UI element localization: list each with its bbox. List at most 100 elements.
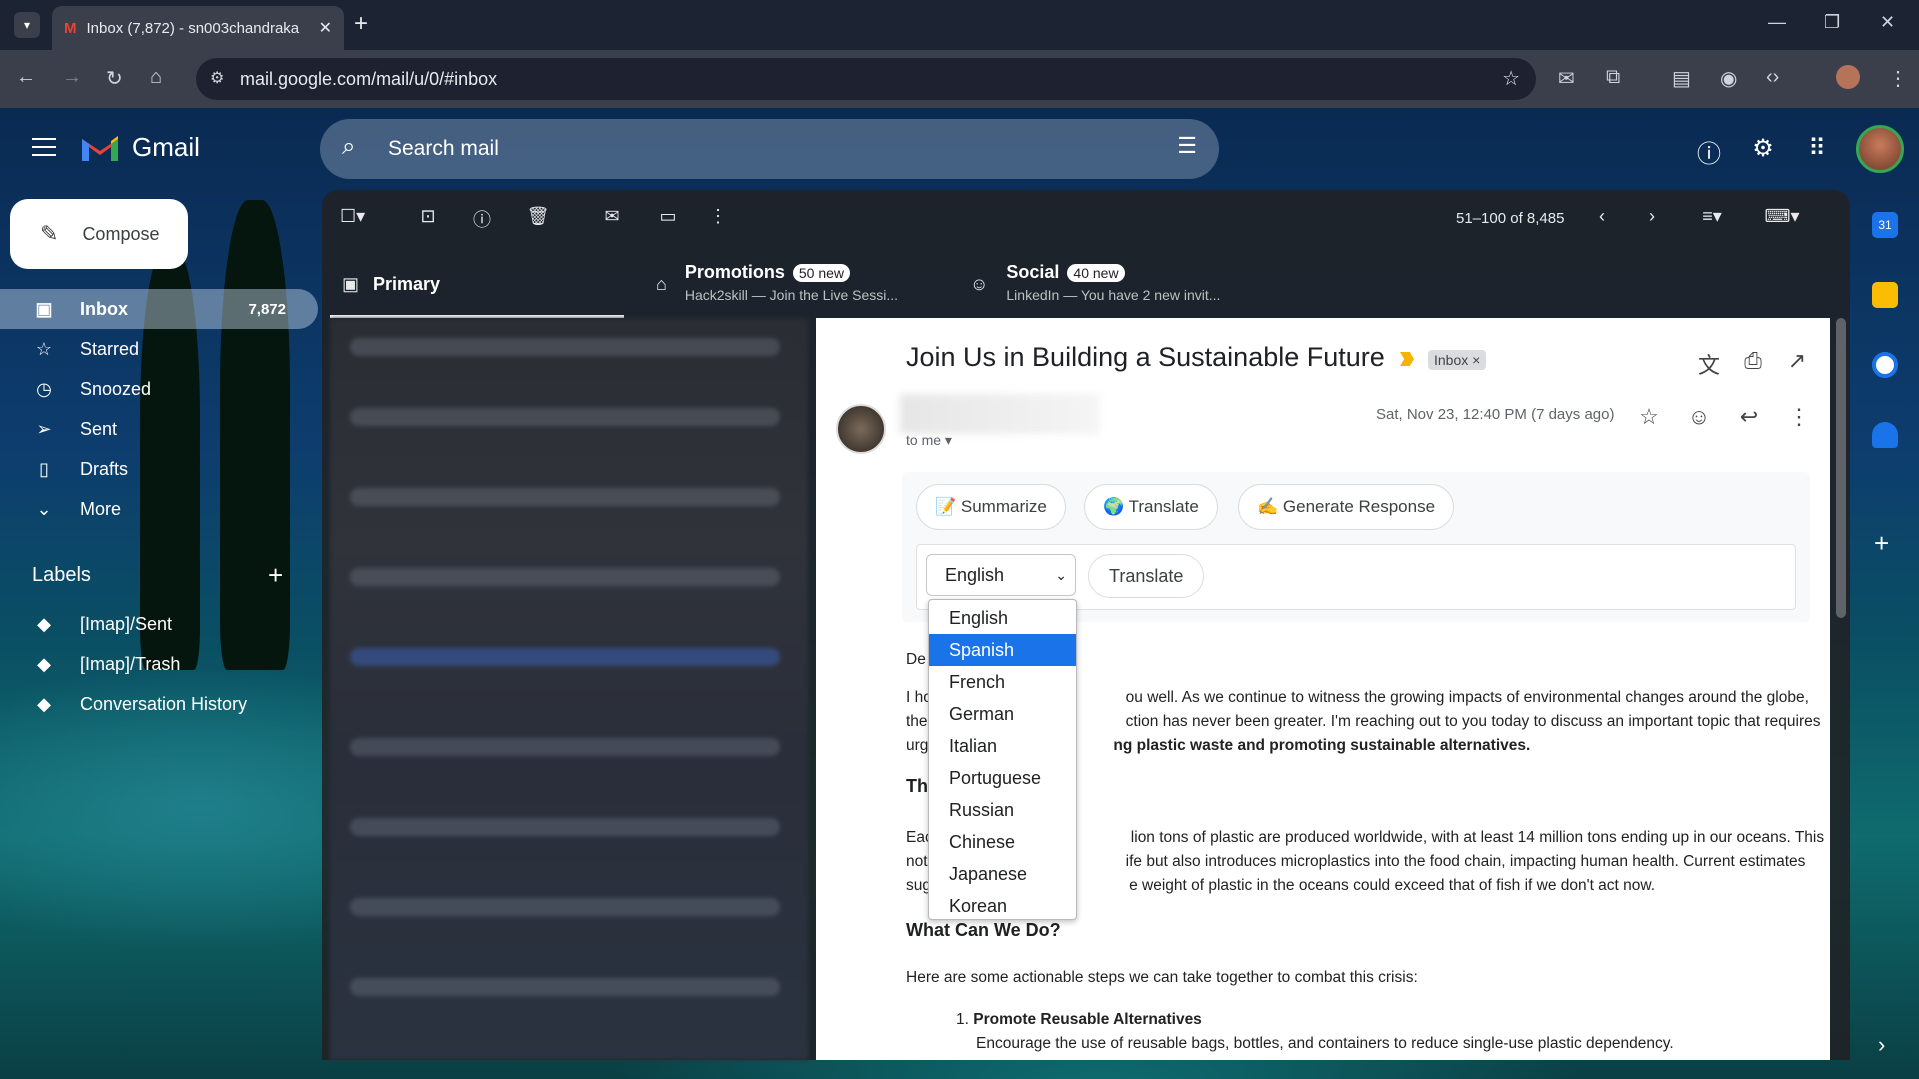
tab-list-button[interactable]: ▾ [14, 12, 40, 38]
tab-promotions[interactable]: ⌂ Promotions 50 new Hack2skill — Join the… [656, 262, 956, 318]
important-marker-icon[interactable] [1400, 352, 1414, 366]
tab-social[interactable]: ☺ Social 40 new LinkedIn — You have 2 new… [970, 262, 1270, 318]
language-option[interactable]: Portuguese [929, 762, 1076, 794]
remove-label-icon[interactable]: × [1472, 352, 1480, 368]
sidebar-item-snoozed[interactable]: ◷ Snoozed [0, 369, 318, 409]
reload-icon[interactable]: ↻ [106, 66, 123, 91]
summarize-button[interactable]: 📝 Summarize [916, 484, 1066, 530]
side-panel-rail [1850, 190, 1919, 1079]
select-checkbox[interactable]: ☐▾ [340, 206, 365, 230]
more-actions-icon[interactable]: ⋮ [706, 206, 730, 230]
list-item[interactable] [350, 978, 780, 996]
newer-page-icon[interactable]: ‹ [1590, 206, 1614, 230]
list-item[interactable] [350, 408, 780, 426]
translate-icon[interactable]: 文 [1696, 348, 1722, 378]
sidebar-item-sent[interactable]: ➢ Sent [0, 409, 318, 449]
language-option[interactable]: Spanish [929, 634, 1076, 666]
settings-gear-icon[interactable]: ⚙ [1748, 134, 1778, 164]
translate-ai-button[interactable]: 🌍 Translate [1084, 484, 1218, 530]
sidebar-item-drafts[interactable]: ▯ Drafts [0, 449, 318, 489]
reading-list-icon[interactable]: ▤ [1672, 66, 1691, 91]
move-to-icon[interactable]: ▭ [656, 206, 680, 230]
screenshot-icon[interactable]: ◉ [1720, 66, 1737, 91]
list-item[interactable] [350, 488, 780, 506]
split-pane-toggle-icon[interactable]: ≡▾ [1690, 206, 1734, 230]
extensions-icon[interactable]: ⧉ [1606, 66, 1620, 89]
input-tools-icon[interactable]: ⌨▾ [1760, 206, 1804, 230]
list-item[interactable] [350, 818, 780, 836]
calendar-icon[interactable]: 31 [1872, 212, 1898, 238]
language-option[interactable]: Korean [929, 890, 1076, 922]
older-page-icon[interactable]: › [1640, 206, 1664, 230]
sidebar-item-more[interactable]: ⌄ More [0, 489, 318, 529]
list-item[interactable] [350, 568, 780, 586]
list-item[interactable] [350, 338, 780, 356]
sidebar-item-starred[interactable]: ☆ Starred [0, 329, 318, 369]
language-option[interactable]: French [929, 666, 1076, 698]
gmail-logo[interactable]: Gmail [80, 132, 200, 163]
devtools-icon[interactable]: ‹› [1766, 66, 1779, 89]
account-avatar[interactable] [1856, 125, 1904, 173]
sidebar-label-conversation-history[interactable]: ◆ Conversation History [0, 684, 318, 724]
report-spam-icon[interactable]: ⓘ [470, 206, 494, 230]
star-icon[interactable]: ☆ [1636, 404, 1662, 430]
mark-unread-icon[interactable]: ✉ [600, 206, 624, 230]
language-option[interactable]: Russian [929, 794, 1076, 826]
generate-response-button[interactable]: ✍️ Generate Response [1238, 484, 1455, 530]
browser-menu-icon[interactable]: ⋮ [1888, 66, 1908, 91]
list-item[interactable] [350, 898, 780, 916]
list-item[interactable] [350, 648, 780, 666]
inbox-label-chip[interactable]: Inbox × [1428, 350, 1487, 370]
sidebar-label-imap-sent[interactable]: ◆ [Imap]/Sent [0, 604, 318, 644]
language-option[interactable]: English [929, 602, 1076, 634]
site-info-icon[interactable]: ⚙ [210, 68, 224, 88]
contacts-icon[interactable] [1872, 422, 1898, 448]
apps-grid-icon[interactable]: ⠿ [1802, 134, 1832, 164]
browser-tab[interactable]: M Inbox (7,872) - sn003chandraka ✕ [52, 6, 344, 50]
forward-icon[interactable]: → [62, 66, 82, 89]
bookmark-star-icon[interactable]: ☆ [1502, 66, 1520, 91]
profile-avatar[interactable] [1836, 65, 1860, 89]
home-icon[interactable]: ⌂ [150, 66, 162, 89]
extension-mail-icon[interactable]: ✉ [1558, 66, 1575, 91]
expand-side-panel-icon[interactable]: › [1878, 1032, 1885, 1058]
language-option[interactable]: Italian [929, 730, 1076, 762]
sidebar-label-imap-trash[interactable]: ◆ [Imap]/Trash [0, 644, 318, 684]
tab-primary[interactable]: ▣ Primary [330, 262, 624, 318]
main-menu-icon[interactable] [32, 138, 56, 156]
reading-pane-scrollbar[interactable] [1836, 318, 1846, 618]
language-option[interactable]: Chinese [929, 826, 1076, 858]
search-options-icon[interactable]: ☰ [1177, 133, 1197, 159]
reply-icon[interactable]: ↩ [1736, 404, 1762, 430]
emoji-react-icon[interactable]: ☺ [1686, 404, 1712, 430]
keep-icon[interactable] [1872, 282, 1898, 308]
language-dropdown[interactable]: English Spanish French German Italian Po… [928, 599, 1077, 920]
add-addon-icon[interactable]: + [1874, 528, 1889, 559]
sender-avatar[interactable] [836, 404, 886, 454]
recipient-line[interactable]: to me ▾ [906, 432, 952, 449]
tasks-icon[interactable] [1872, 352, 1898, 378]
address-bar[interactable]: ⚙ mail.google.com/mail/u/0/#inbox ☆ [196, 58, 1536, 100]
search-input[interactable]: ⌕ Search mail ☰ [320, 119, 1219, 179]
language-option[interactable]: German [929, 698, 1076, 730]
help-icon[interactable]: ⓘ [1694, 134, 1724, 168]
print-icon[interactable]: ⎙ [1740, 348, 1766, 374]
list-item[interactable] [350, 738, 780, 756]
sidebar-item-inbox[interactable]: ▣ Inbox 7,872 [0, 289, 318, 329]
back-icon[interactable]: ← [16, 66, 36, 89]
translate-button[interactable]: Translate [1088, 554, 1205, 598]
restore-icon[interactable]: ❐ [1824, 12, 1840, 33]
close-window-icon[interactable]: ✕ [1880, 12, 1895, 33]
minimize-icon[interactable]: — [1768, 12, 1786, 33]
close-tab-icon[interactable]: ✕ [319, 18, 332, 38]
language-select[interactable]: English ⌄ [926, 554, 1076, 596]
open-new-window-icon[interactable]: ↗ [1784, 348, 1810, 374]
more-options-icon[interactable]: ⋮ [1786, 404, 1812, 430]
new-tab-button[interactable]: + [354, 10, 368, 38]
language-option[interactable]: Japanese [929, 858, 1076, 890]
compose-button[interactable]: ✎ Compose [10, 199, 188, 269]
message-list-blurred[interactable] [330, 318, 808, 1060]
delete-icon[interactable]: 🗑 [526, 206, 550, 230]
archive-icon[interactable]: ⊡ [416, 206, 440, 230]
create-label-icon[interactable]: + [268, 560, 283, 591]
